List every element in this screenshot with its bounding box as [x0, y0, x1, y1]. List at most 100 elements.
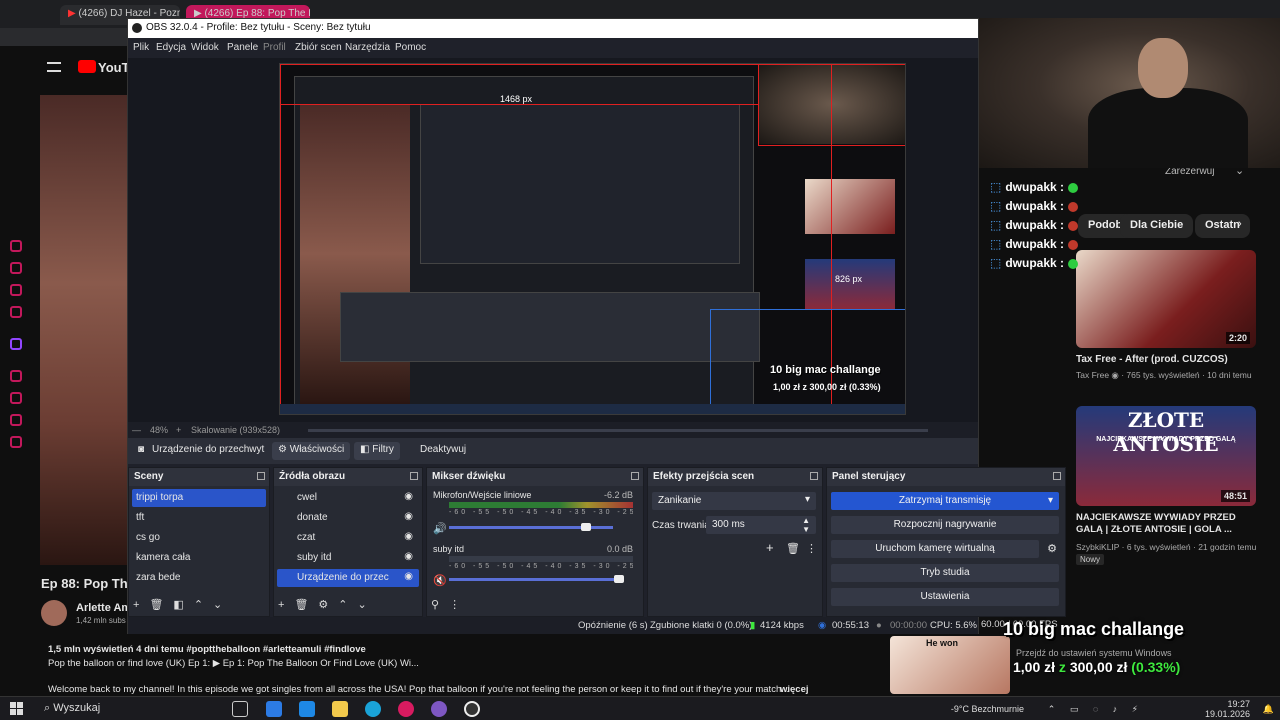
stop-stream-button[interactable]: Zatrzymaj transmisję ▾: [831, 492, 1059, 510]
rail-icon[interactable]: [10, 262, 22, 274]
link-icon[interactable]: ⚲: [431, 599, 439, 611]
source-item[interactable]: cwel ◉: [277, 489, 419, 507]
twitch-icon[interactable]: [10, 338, 22, 350]
deactivate-button[interactable]: Deaktywuj: [414, 442, 472, 460]
spin-arrows-icon[interactable]: ▲ ▼: [802, 516, 810, 534]
opera-icon[interactable]: [398, 701, 414, 717]
gear-icon[interactable]: ⚙: [318, 599, 328, 611]
menu-plik[interactable]: Plik: [133, 42, 149, 53]
speaker-icon[interactable]: 🔊: [433, 522, 447, 535]
trash-icon[interactable]: 🗑: [294, 599, 308, 611]
add-icon[interactable]: +: [133, 599, 139, 611]
undock-icon[interactable]: [1053, 472, 1061, 480]
notification-icon[interactable]: 🔔: [1263, 704, 1274, 715]
start-recording-button[interactable]: Rozpocznij nagrywanie: [831, 516, 1059, 534]
source-item[interactable]: suby itd ◉: [277, 549, 419, 567]
zoom-in-button[interactable]: +: [176, 425, 181, 435]
up-icon[interactable]: ⌃: [194, 599, 203, 611]
down-icon[interactable]: ⌄: [358, 599, 367, 611]
filter-icon[interactable]: ◧: [173, 599, 183, 611]
scene-item[interactable]: cs go: [132, 529, 266, 547]
eye-icon[interactable]: ◉: [404, 551, 413, 562]
rec2-title[interactable]: NAJCIEKAWSZE WYWIADY PRZED GALĄ | ZŁOTE …: [1076, 512, 1246, 536]
trash-icon[interactable]: 🗑: [786, 542, 800, 555]
undock-icon[interactable]: [810, 472, 818, 480]
taskbar-search[interactable]: ⌕ Wyszukaj: [36, 700, 216, 718]
selection-box[interactable]: [758, 64, 905, 146]
virtual-camera-button[interactable]: Uruchom kamerę wirtualną: [831, 540, 1039, 558]
add-icon[interactable]: +: [278, 599, 284, 611]
source-item[interactable]: Urządzenie do przec ◉: [277, 569, 419, 587]
eye-icon[interactable]: ◉: [404, 571, 413, 582]
menu-widok[interactable]: Widok: [191, 42, 219, 53]
edge-icon[interactable]: [365, 701, 381, 717]
preview-area[interactable]: 1468 px 826 px 10 big mac challange 1,00…: [128, 58, 978, 422]
start-button[interactable]: [10, 702, 24, 716]
settings-button[interactable]: Ustawienia: [831, 588, 1059, 606]
volume-slider[interactable]: [449, 523, 613, 531]
menu-zbior-scen[interactable]: Zbiór scen: [295, 42, 342, 53]
rail-icon[interactable]: [10, 414, 22, 426]
undock-icon[interactable]: [410, 472, 418, 480]
weather[interactable]: -9°C Bezchmurnie: [951, 704, 1024, 714]
muted-speaker-icon[interactable]: 🔇: [433, 574, 447, 587]
scene-item[interactable]: tft: [132, 509, 266, 527]
studio-mode-button[interactable]: Tryb studia: [831, 564, 1059, 582]
duration-spinbox[interactable]: 300 ms ▲ ▼: [706, 516, 816, 534]
menu-edycja[interactable]: Edycja: [156, 42, 186, 53]
up-icon[interactable]: ⌃: [338, 599, 347, 611]
rec1-thumbnail[interactable]: 2:20: [1076, 250, 1256, 348]
rail-icon[interactable]: [10, 306, 22, 318]
filters-button[interactable]: ◧ Filtry: [354, 442, 400, 460]
transition-select[interactable]: Zanikanie ▾: [652, 492, 816, 510]
source-item[interactable]: czat ◉: [277, 529, 419, 547]
video-player[interactable]: [40, 95, 128, 565]
youtube-logo-icon[interactable]: [78, 60, 96, 73]
undock-icon[interactable]: [257, 472, 265, 480]
chip-dla-ciebie[interactable]: Dla Ciebie: [1120, 214, 1194, 238]
rec1-title[interactable]: Tax Free - After (prod. CUZCOS): [1076, 354, 1228, 365]
chevron-right-icon[interactable]: ›: [1238, 218, 1242, 230]
add-icon[interactable]: +: [766, 540, 774, 555]
rail-icon[interactable]: [10, 284, 22, 296]
menu-pomoc[interactable]: Pomoc: [395, 42, 426, 53]
obs-taskbar-icon[interactable]: [464, 701, 480, 717]
menu-profil[interactable]: Profil: [263, 42, 286, 53]
rail-icon[interactable]: [10, 370, 22, 382]
scene-item[interactable]: trippi torpa: [132, 489, 266, 507]
properties-button[interactable]: ⚙ Właściwości: [272, 442, 351, 460]
menu-panele[interactable]: Panele: [227, 42, 258, 53]
volume-slider[interactable]: [449, 575, 624, 583]
down-icon[interactable]: ⌄: [213, 599, 222, 611]
channel-name[interactable]: Arlette Am: [76, 602, 131, 614]
menu-narzedzia[interactable]: Narzędzia: [345, 42, 390, 53]
obs-title-bar[interactable]: OBS 32.0.4 - Profile: Bez tytułu - Sceny…: [128, 19, 978, 38]
channel-avatar[interactable]: [41, 600, 67, 626]
scene-item[interactable]: kamera cała: [132, 549, 266, 567]
store-icon[interactable]: [299, 701, 315, 717]
undock-icon[interactable]: [631, 472, 639, 480]
rail-icon[interactable]: [10, 392, 22, 404]
trash-icon[interactable]: 🗑: [149, 599, 163, 611]
source-item[interactable]: donate ◉: [277, 509, 419, 527]
scene-item[interactable]: zara bede: [132, 569, 266, 587]
preview-canvas[interactable]: 1468 px 826 px 10 big mac challange 1,00…: [279, 63, 906, 415]
rec2-thumbnail[interactable]: ZŁOTE ANTOSIE NAJCIEKAWSZE WYWIADY PRZED…: [1076, 406, 1256, 506]
show-more-link[interactable]: więcej: [780, 684, 809, 695]
tray-icons[interactable]: ⌃ ▭ ◌ ♪ ⚡: [1048, 704, 1144, 715]
copilot-icon[interactable]: [266, 701, 282, 717]
zoom-out-button[interactable]: —: [132, 425, 141, 435]
task-view-icon[interactable]: [232, 701, 248, 717]
hamburger-menu-icon[interactable]: [47, 62, 61, 72]
eye-icon[interactable]: ◉: [404, 491, 413, 502]
gear-icon[interactable]: ⚙: [1047, 542, 1057, 555]
eye-icon[interactable]: ◉: [404, 531, 413, 542]
eye-icon[interactable]: ◉: [404, 511, 413, 522]
discord-icon[interactable]: [431, 701, 447, 717]
more-icon[interactable]: ⋮: [449, 599, 460, 611]
more-icon[interactable]: ⋮: [806, 542, 817, 555]
file-explorer-icon[interactable]: [332, 701, 348, 717]
preview-scrollbar[interactable]: [308, 429, 928, 432]
clock[interactable]: 19:27 19.01.2026: [1205, 699, 1250, 719]
rail-icon[interactable]: [10, 436, 22, 448]
